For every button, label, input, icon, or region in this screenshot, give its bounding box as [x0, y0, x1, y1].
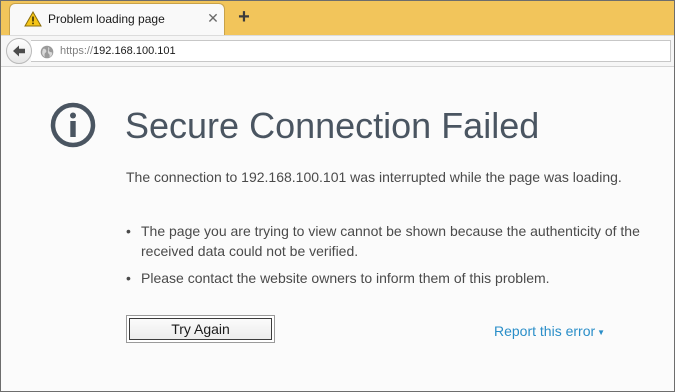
navigation-bar: https://192.168.100.101: [1, 35, 674, 67]
tab-strip: Problem loading page ✕ +: [1, 1, 674, 35]
try-again-label: Try Again: [129, 318, 272, 340]
url-host: 192.168.100.101: [93, 45, 176, 57]
warning-icon: [24, 11, 42, 27]
list-item-text: The page you are trying to view cannot b…: [141, 223, 640, 259]
error-details-list: • The page you are trying to view cannot…: [126, 221, 646, 295]
list-item: • Please contact the website owners to i…: [126, 268, 646, 288]
new-tab-button[interactable]: +: [233, 6, 255, 28]
globe-icon: [40, 45, 54, 59]
report-error-label: Report this error: [494, 323, 596, 339]
try-again-button[interactable]: Try Again: [126, 315, 275, 343]
bullet-icon: •: [126, 270, 131, 286]
dropdown-arrow-icon: ▼: [597, 327, 606, 337]
error-title: Secure Connection Failed: [125, 105, 540, 146]
url-bar[interactable]: https://192.168.100.101: [31, 40, 671, 62]
back-button[interactable]: [6, 38, 32, 64]
info-icon: [50, 102, 96, 148]
bullet-icon: •: [126, 223, 131, 239]
tab-problem-loading-page[interactable]: Problem loading page ✕: [9, 3, 225, 35]
back-arrow-icon: [13, 45, 25, 57]
report-error-link[interactable]: Report this error ▼: [494, 323, 605, 339]
url-scheme: https://: [60, 45, 94, 57]
list-item: • The page you are trying to view cannot…: [126, 221, 646, 261]
browser-window: Problem loading page ✕ + https://192.168…: [0, 0, 675, 392]
error-description: The connection to 192.168.100.101 was in…: [126, 169, 622, 185]
tab-close-icon[interactable]: ✕: [205, 10, 221, 26]
list-item-text: Please contact the website owners to inf…: [141, 270, 550, 286]
tab-title: Problem loading page: [48, 12, 165, 26]
url-text: https://192.168.100.101: [60, 45, 176, 57]
error-page: Secure Connection Failed The connection …: [1, 67, 674, 391]
